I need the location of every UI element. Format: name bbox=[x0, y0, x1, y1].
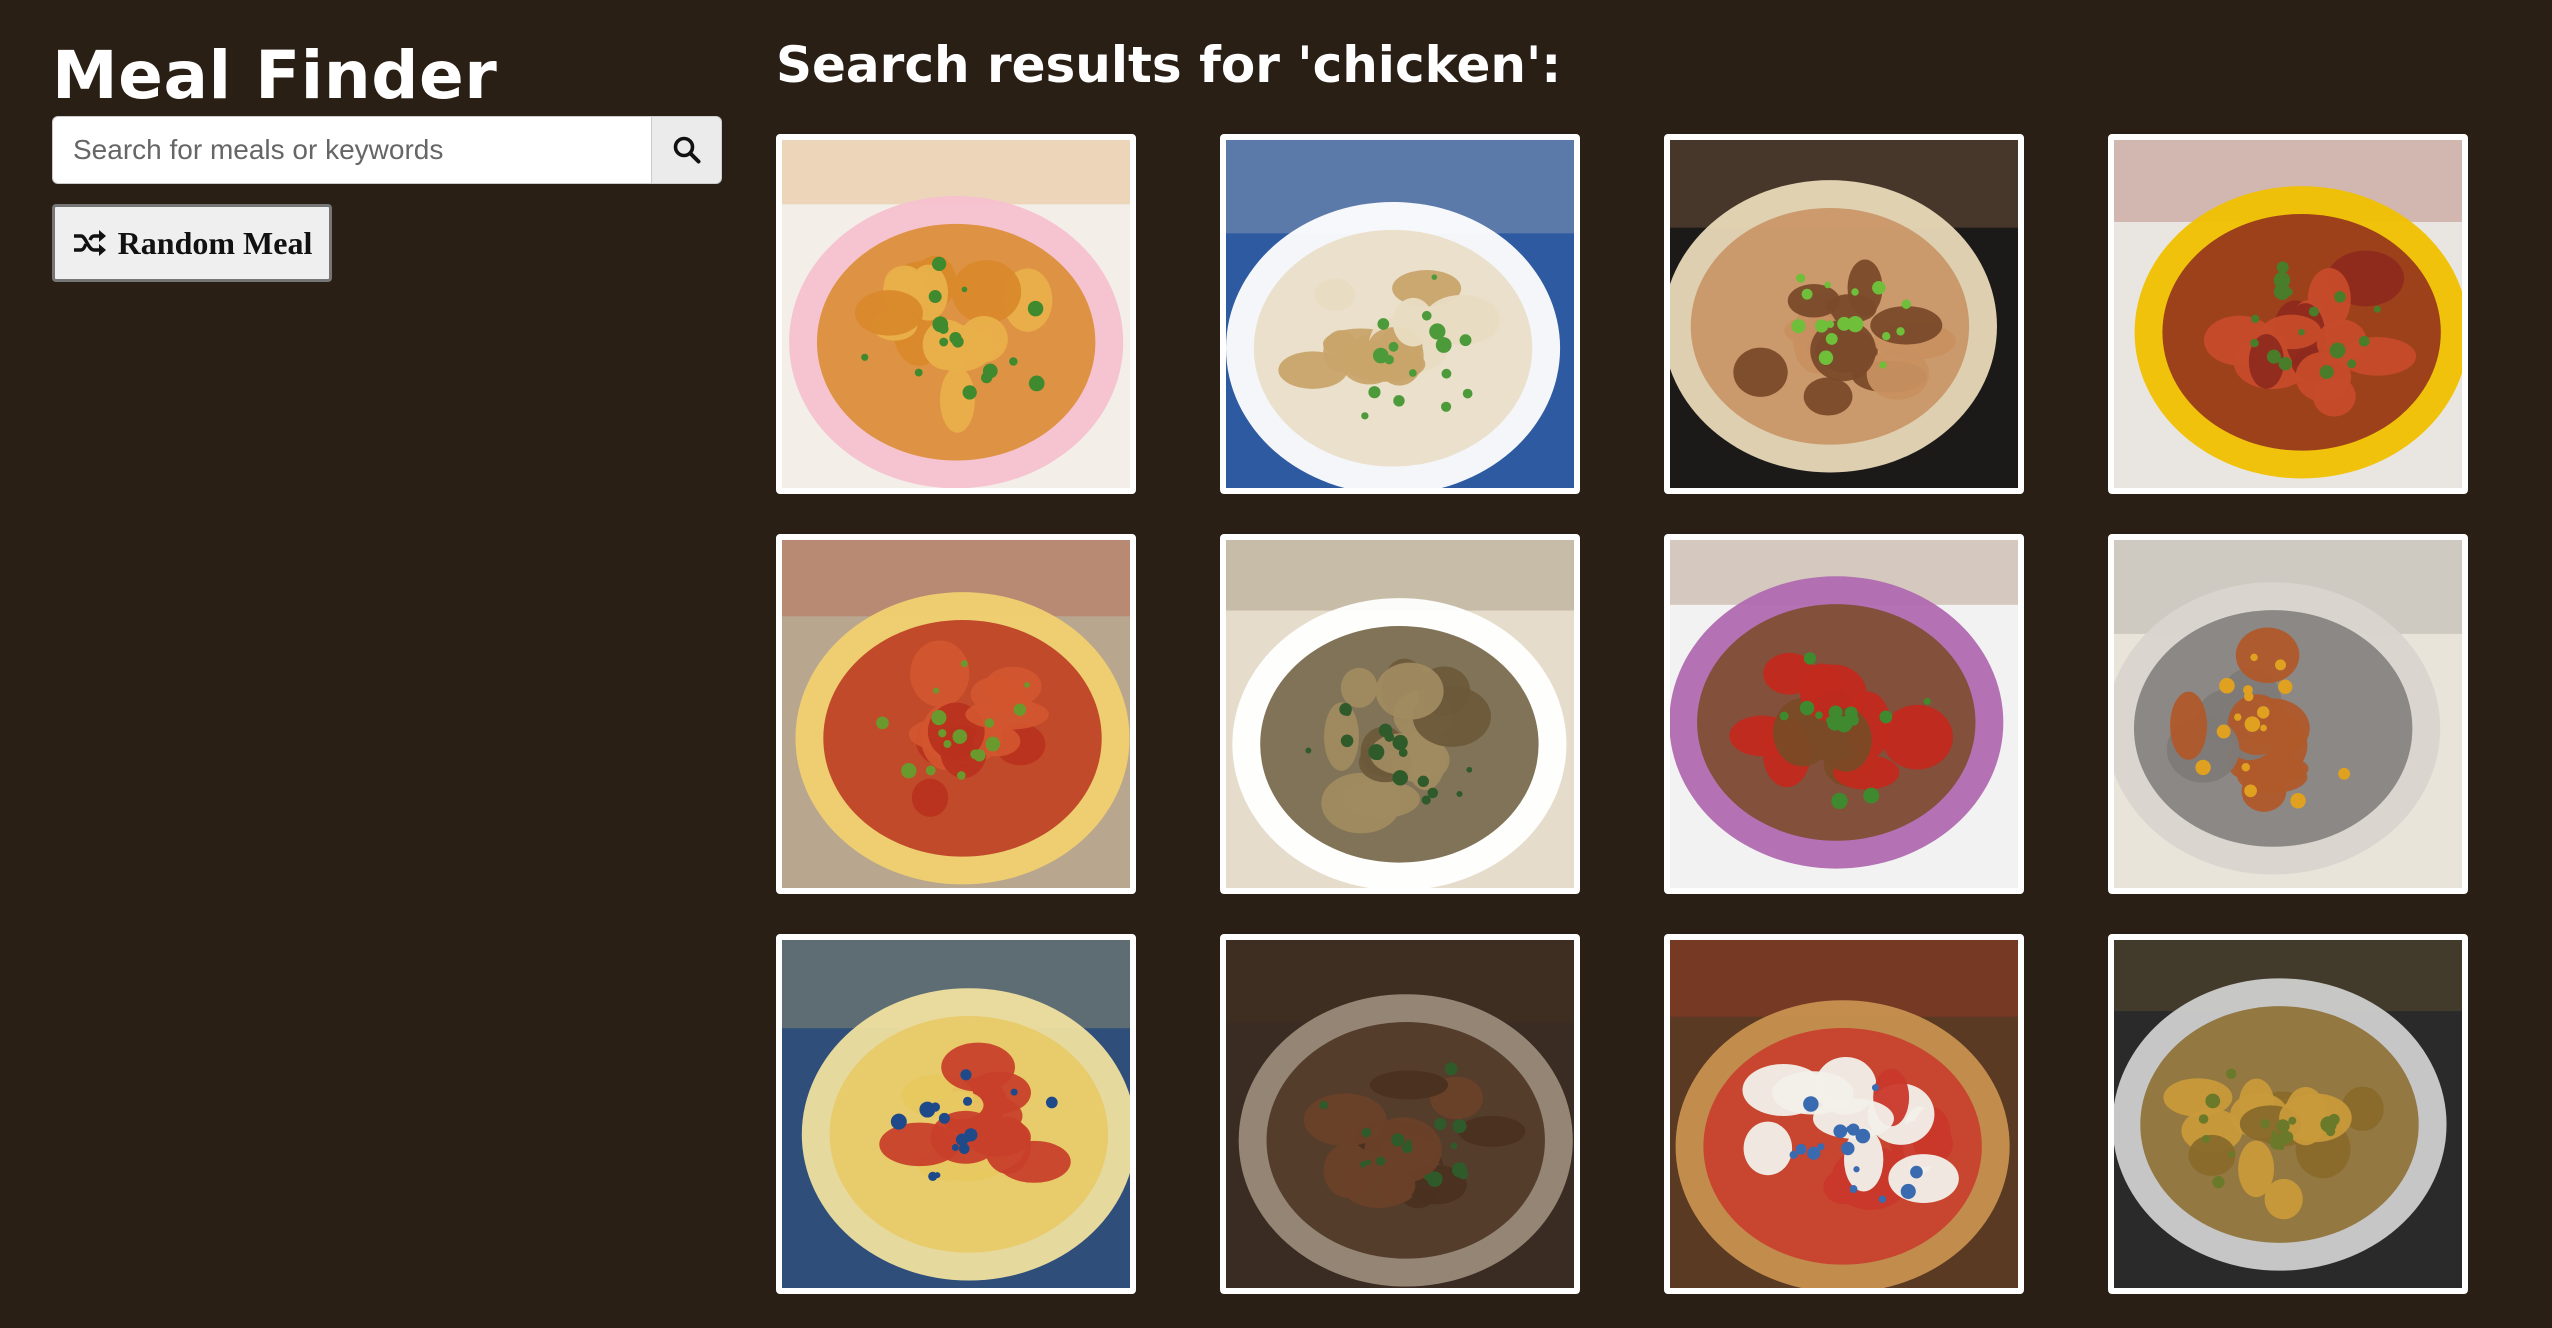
meal-photo bbox=[782, 140, 1130, 488]
meal-card[interactable] bbox=[1664, 534, 2024, 894]
meal-card[interactable] bbox=[2108, 134, 2468, 494]
meal-photo bbox=[1226, 140, 1574, 488]
meal-card[interactable] bbox=[1220, 534, 1580, 894]
meal-grid bbox=[776, 134, 2496, 1294]
shuffle-icon bbox=[72, 229, 106, 257]
meal-photo bbox=[782, 540, 1130, 888]
meal-card[interactable] bbox=[776, 134, 1136, 494]
app-title: Meal Finder bbox=[52, 37, 498, 114]
meal-photo bbox=[2114, 940, 2462, 1288]
meal-card[interactable] bbox=[1664, 934, 2024, 1294]
meal-photo bbox=[1670, 140, 2018, 488]
meal-photo bbox=[1226, 540, 1574, 888]
meal-card[interactable] bbox=[776, 934, 1136, 1294]
search-button[interactable] bbox=[652, 116, 722, 184]
meal-card[interactable] bbox=[776, 534, 1136, 894]
search-form bbox=[52, 116, 724, 184]
random-meal-button[interactable]: Random Meal bbox=[52, 204, 332, 282]
search-icon bbox=[672, 135, 702, 165]
meal-photo bbox=[2114, 540, 2462, 888]
results-section: Search results for 'chicken': bbox=[776, 30, 2496, 1294]
meal-photo bbox=[1226, 940, 1574, 1288]
meal-photo bbox=[782, 940, 1130, 1288]
random-meal-label: Random Meal bbox=[117, 224, 313, 261]
meal-card[interactable] bbox=[2108, 934, 2468, 1294]
search-input[interactable] bbox=[52, 116, 652, 184]
meal-card[interactable] bbox=[1220, 934, 1580, 1294]
meal-photo bbox=[1670, 940, 2018, 1288]
meal-finder-app: Meal Finder Search for meals or keywords… bbox=[0, 0, 2552, 1328]
meal-card[interactable] bbox=[1664, 134, 2024, 494]
results-heading: Search results for 'chicken': bbox=[776, 36, 1562, 94]
meal-card[interactable] bbox=[1220, 134, 1580, 494]
meal-card[interactable] bbox=[2108, 534, 2468, 894]
meal-photo bbox=[1670, 540, 2018, 888]
meal-photo bbox=[2114, 140, 2462, 488]
search-panel: Meal Finder Search for meals or keywords… bbox=[52, 36, 724, 282]
